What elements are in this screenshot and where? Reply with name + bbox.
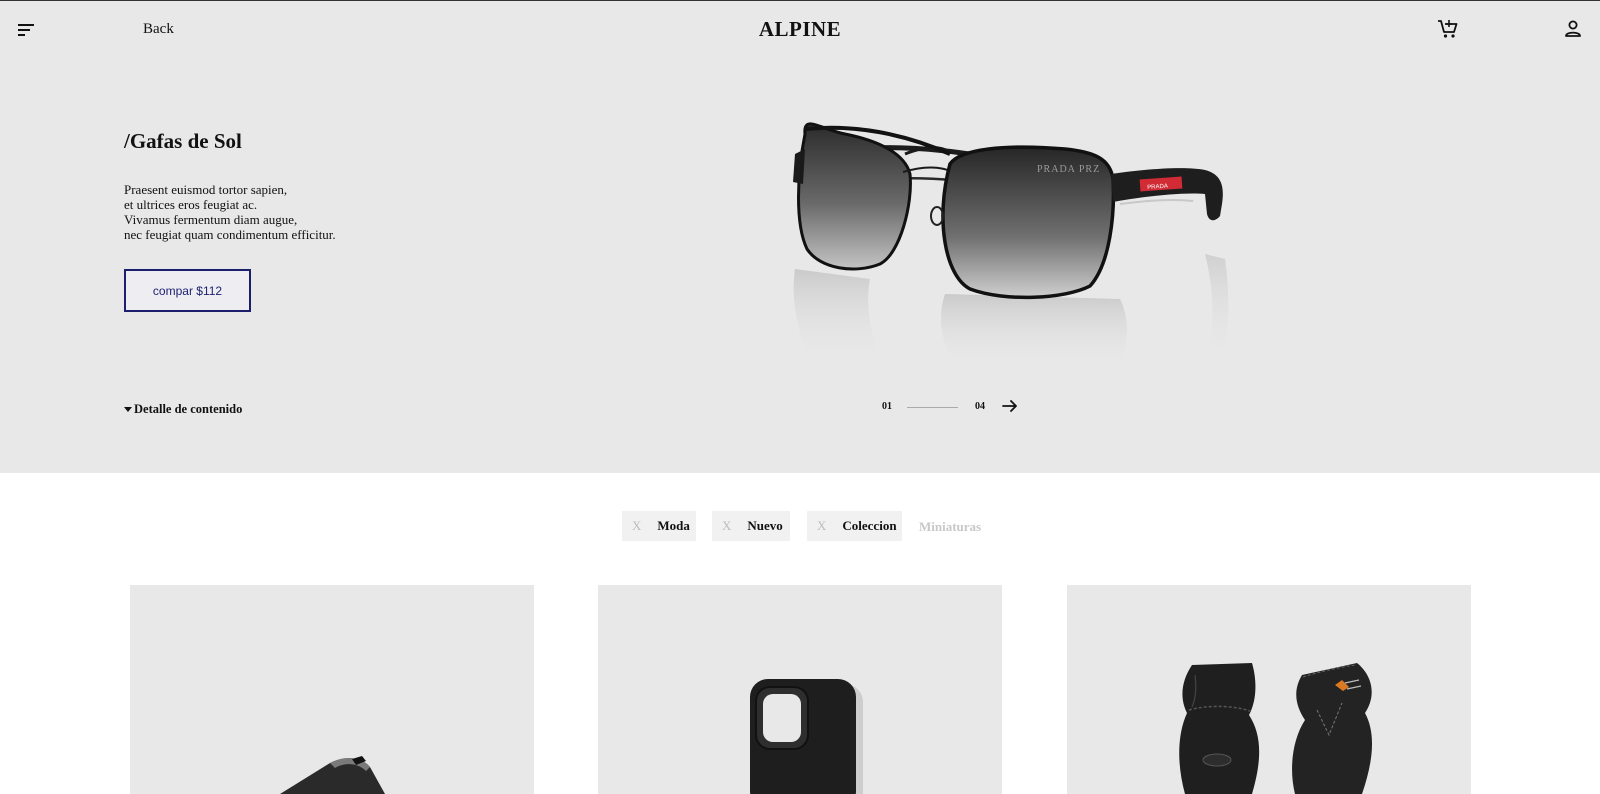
description-line: et ultrices eros feugiat ac. (124, 197, 258, 212)
filter-chip-label: Coleccion (842, 518, 897, 533)
filter-chip-coleccion[interactable]: X Coleccion (807, 511, 902, 541)
filter-miniaturas[interactable]: Miniaturas (919, 519, 981, 535)
slide-current: 01 (882, 401, 892, 412)
filter-chip-nuevo[interactable]: X Nuevo (712, 511, 790, 541)
hero-title: /Gafas de Sol (124, 129, 242, 153)
slide-track (907, 407, 958, 408)
cart-icon[interactable] (1437, 18, 1459, 40)
remove-filter-icon[interactable]: X (722, 518, 731, 534)
product-card[interactable] (130, 585, 534, 794)
phone-case-image (750, 679, 863, 794)
slide-total: 04 (975, 401, 985, 412)
hero-section: Back ALPINE /Gafas de Sol Praesent euism… (0, 1, 1600, 473)
user-icon[interactable] (1563, 19, 1583, 39)
filter-chip-label: Nuevo (747, 518, 783, 533)
brand-logo[interactable]: ALPINE (0, 17, 1600, 42)
sunglasses-image: PRADA PRZ PRADA (775, 54, 1310, 374)
product-card[interactable] (1067, 585, 1471, 794)
detail-toggle-label: Detalle de contenido (134, 402, 243, 416)
remove-filter-icon[interactable]: X (632, 518, 641, 534)
remove-filter-icon[interactable]: X (817, 518, 826, 534)
description-line: nec feugiat quam condimentum efficitur. (124, 227, 336, 242)
arrow-right-icon[interactable] (1002, 398, 1018, 414)
hero-description: Praesent euismod tortor sapien, et ultri… (124, 182, 336, 242)
filter-chip-label: Moda (657, 518, 690, 533)
watch-image (280, 756, 385, 794)
product-card[interactable] (598, 585, 1002, 794)
gloves-image (1179, 663, 1373, 794)
caret-down-icon (124, 407, 132, 412)
detail-toggle[interactable]: Detalle de contenido (124, 402, 242, 417)
filter-chip-moda[interactable]: X Moda (622, 511, 696, 541)
lens-brand-text: PRADA PRZ (1037, 164, 1100, 175)
description-line: Vivamus fermentum diam augue, (124, 212, 298, 227)
description-line: Praesent euismod tortor sapien, (124, 182, 288, 197)
buy-button[interactable]: compar $112 (124, 269, 251, 312)
